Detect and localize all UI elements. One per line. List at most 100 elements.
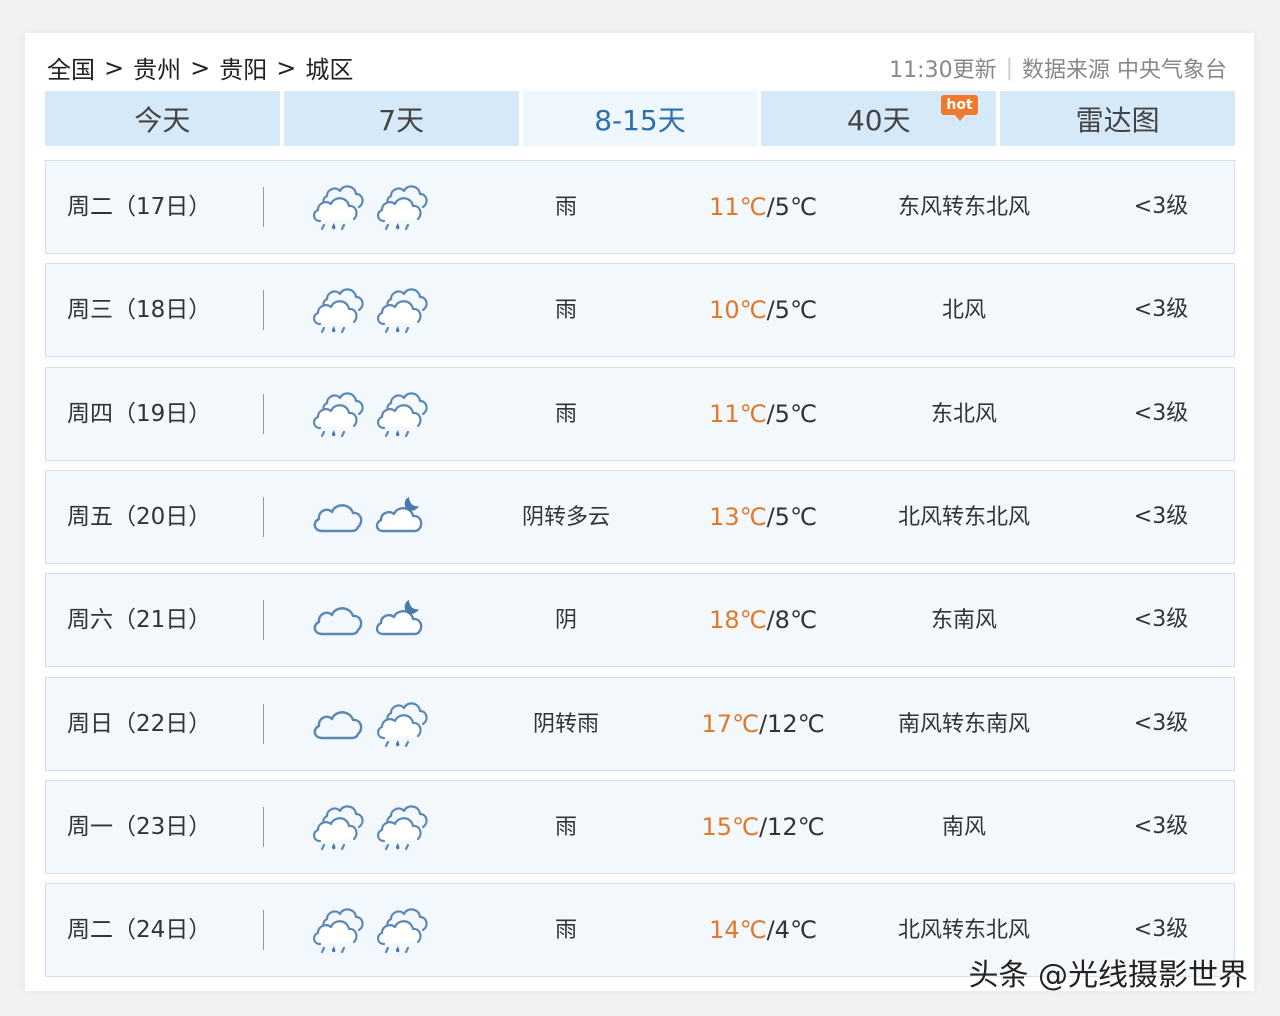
wind-level: <3级 — [1133, 710, 1189, 736]
overcast-cloud-icon — [313, 710, 363, 739]
low-temp: 5℃ — [774, 502, 817, 531]
wind-level: <3级 — [1133, 297, 1189, 323]
low-temp: 12℃ — [767, 709, 825, 738]
rain-cloud-icon — [376, 288, 428, 334]
forecast-day: 周四（19日） — [67, 400, 212, 427]
forecast-row: 周五（20日） 阴转多云 13℃/5℃ 北风转东北风 <3级 — [45, 469, 1235, 564]
wind-level: <3级 — [1133, 194, 1189, 219]
rain-cloud-icon — [376, 805, 428, 851]
tab-label: 40天 — [846, 103, 911, 137]
wind-level: <3级 — [1133, 400, 1189, 426]
rain-cloud-icon — [312, 908, 364, 954]
breadcrumb-item-province[interactable]: 贵州 — [133, 50, 181, 85]
low-temp: 8℃ — [774, 606, 817, 635]
rain-cloud-icon — [312, 185, 364, 231]
overcast-cloud-icon — [313, 504, 363, 533]
rain-cloud-icon — [312, 391, 364, 437]
cloud-moon-icon — [375, 598, 423, 636]
forecast-row: 周四（19日） 雨 11℃/5℃ 东北风 <3级 — [45, 366, 1235, 461]
breadcrumb-separator: > — [104, 53, 125, 82]
update-time: 11:30更新 — [889, 58, 997, 83]
temperature-range: 11℃/5℃ — [663, 161, 863, 253]
high-temp: 14℃ — [709, 916, 767, 945]
wind-direction: 东南风 — [930, 608, 997, 634]
wind-level: <3级 — [1133, 813, 1189, 839]
tab-8-15-days[interactable]: 8-15天 — [522, 91, 758, 146]
wind-level: <3级 — [1133, 503, 1189, 529]
temp-slash: / — [758, 812, 768, 841]
high-temp: 11℃ — [709, 193, 767, 221]
tab-radar[interactable]: 雷达图 — [1000, 91, 1235, 146]
tab-label: 今天 — [134, 103, 191, 137]
low-temp: 5℃ — [774, 399, 817, 428]
forecast-row: 周二（17日） 雨 11℃/5℃ 东风转东北风 <3级 — [45, 160, 1235, 254]
row-divider — [263, 496, 264, 537]
forecast-tabs: 今天 7天 8-15天 40天 hot 雷达图 — [45, 91, 1235, 146]
weather-description: 雨 — [554, 401, 577, 427]
rain-cloud-icon — [376, 908, 428, 954]
cloud-moon-icon — [375, 495, 423, 533]
forecast-day: 周一（23日） — [67, 813, 212, 840]
forecast-row: 周日（22日） 阴转雨 17℃/12℃ 南风转东南风 <3级 — [45, 676, 1235, 771]
forecast-row: 周三（18日） 雨 10℃/5℃ 北风 <3级 — [45, 263, 1235, 358]
weather-description: 雨 — [554, 298, 577, 324]
wind-direction: 南风 — [941, 814, 986, 840]
temperature-range: 18℃/8℃ — [663, 574, 863, 666]
temperature-range: 11℃/5℃ — [663, 368, 863, 460]
tab-40-days[interactable]: 40天 hot — [761, 91, 997, 146]
wind-direction: 东北风 — [930, 401, 997, 427]
temp-slash: / — [766, 296, 775, 325]
low-temp: 12℃ — [767, 812, 825, 841]
weather-description: 阴 — [554, 608, 577, 634]
rain-cloud-icon — [376, 185, 428, 231]
row-divider — [263, 703, 264, 744]
row-divider — [263, 910, 264, 951]
temp-slash: / — [766, 502, 775, 531]
forecast-day: 周五（20日） — [67, 503, 212, 530]
low-temp: 5℃ — [774, 296, 817, 325]
rain-cloud-icon — [376, 701, 428, 747]
temp-slash: / — [766, 916, 775, 945]
tab-7-days[interactable]: 7天 — [283, 91, 519, 146]
wind-direction: 东风转东北风 — [897, 195, 1030, 220]
temperature-range: 10℃/5℃ — [663, 264, 863, 356]
tab-label: 雷达图 — [1075, 103, 1160, 137]
data-source: 数据来源 中央气象台 — [1022, 58, 1227, 83]
weather-description: 雨 — [554, 195, 577, 220]
forecast-row: 周六（21日） 阴 18℃/8℃ 东南风 <3级 — [45, 573, 1235, 668]
weather-description: 雨 — [554, 814, 577, 840]
breadcrumb-item-country[interactable]: 全国 — [47, 50, 95, 85]
weather-description: 阴转多云 — [521, 504, 610, 530]
forecast-day: 周二（17日） — [67, 194, 212, 220]
temp-slash: / — [766, 193, 775, 221]
breadcrumb-item-city[interactable]: 贵阳 — [219, 50, 267, 85]
wind-level: <3级 — [1133, 607, 1189, 633]
high-temp: 18℃ — [709, 606, 767, 635]
rain-cloud-icon — [312, 288, 364, 334]
temperature-range: 14℃/4℃ — [663, 884, 863, 976]
update-divider: | — [1005, 55, 1013, 81]
temp-slash: / — [766, 606, 775, 635]
rain-cloud-icon — [376, 391, 428, 437]
watermark: 头条 @光线摄影世界 — [968, 958, 1248, 993]
tab-today[interactable]: 今天 — [45, 91, 280, 146]
wind-direction: 南风转东南风 — [897, 711, 1030, 737]
update-info: 11:30更新 | 数据来源 中央气象台 — [889, 52, 1227, 84]
row-divider — [263, 290, 264, 331]
temperature-range: 15℃/12℃ — [663, 781, 863, 873]
hot-badge: hot — [941, 95, 978, 121]
tab-label: 7天 — [378, 103, 425, 137]
forecast-day: 周三（18日） — [67, 297, 212, 324]
forecast-day: 周六（21日） — [67, 607, 212, 634]
low-temp: 4℃ — [774, 916, 817, 945]
low-temp: 5℃ — [774, 193, 817, 221]
tab-label: 8-15天 — [594, 103, 686, 137]
high-temp: 10℃ — [709, 296, 767, 325]
high-temp: 11℃ — [709, 399, 767, 428]
row-divider — [263, 393, 264, 434]
rain-cloud-icon — [312, 805, 364, 851]
row-divider — [263, 806, 264, 847]
temp-slash: / — [766, 399, 775, 428]
temperature-range: 17℃/12℃ — [663, 678, 863, 770]
high-temp: 15℃ — [701, 812, 759, 841]
